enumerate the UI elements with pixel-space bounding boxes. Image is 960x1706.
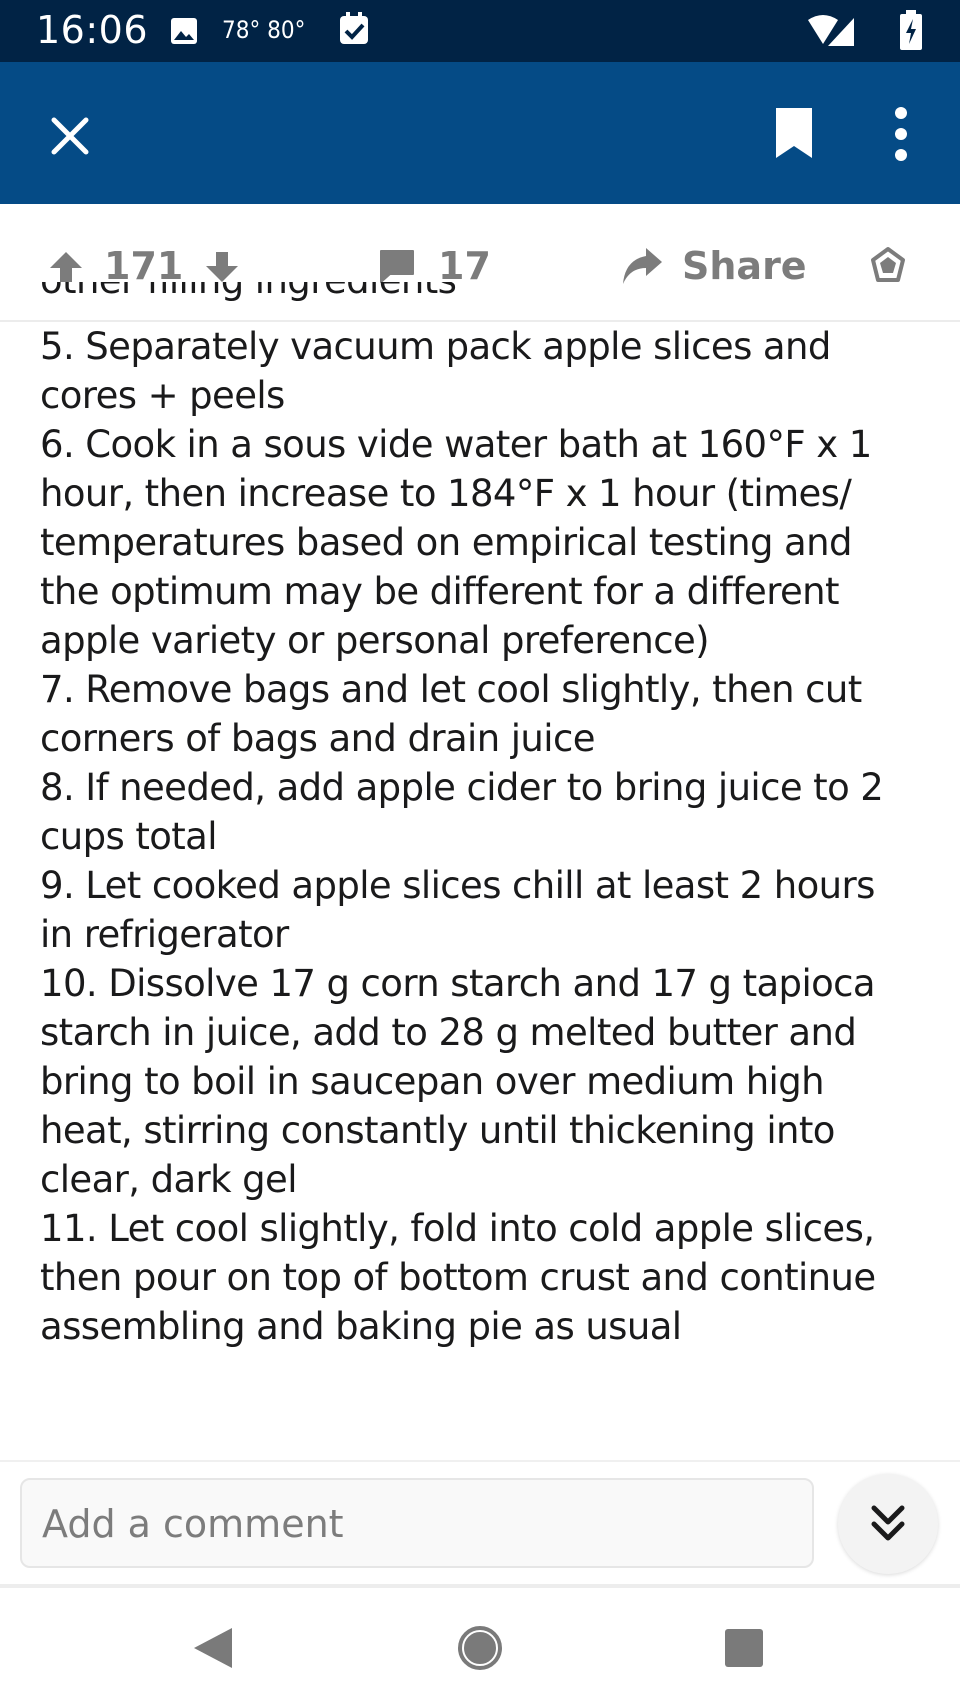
- upvote-icon[interactable]: [48, 250, 84, 284]
- post-text-line: heat, stirring constantly until thickeni…: [40, 1109, 835, 1152]
- home-icon[interactable]: [456, 1624, 504, 1672]
- wifi-icon: [808, 15, 854, 46]
- post-text-line: the optimum may be different for a diffe…: [40, 570, 840, 613]
- double-chevron-down-icon: [871, 1505, 905, 1541]
- comment-icon[interactable]: [378, 248, 416, 284]
- recents-icon[interactable]: [724, 1628, 764, 1668]
- share-icon[interactable]: [620, 246, 664, 286]
- status-time: 16:06: [36, 8, 149, 52]
- battery-charging-icon: [900, 10, 922, 50]
- close-icon[interactable]: [46, 112, 94, 160]
- post-text-line: temperatures based on empirical testing …: [40, 521, 852, 564]
- post-text-line: 11. Let cool slightly, fold into cold ap…: [40, 1207, 875, 1250]
- app-bar: [0, 62, 960, 204]
- post-text: 5. Separately vacuum pack apple slices a…: [40, 322, 940, 1351]
- post-text-line: clear, dark gel: [40, 1158, 297, 1201]
- post-text-line: 10. Dissolve 17 g corn starch and 17 g t…: [40, 962, 876, 1005]
- post-text-line: in refrigerator: [40, 913, 289, 956]
- post-body: other filling ingredients 5. Separately …: [40, 282, 940, 1351]
- post-text-line: 7. Remove bags and let cool slightly, th…: [40, 668, 862, 711]
- image-icon: [171, 18, 197, 44]
- post-text-line: corners of bags and drain juice: [40, 717, 595, 760]
- status-temperature: 78° 80°: [222, 16, 306, 44]
- post-text-line: cores + peels: [40, 374, 285, 417]
- add-comment-input[interactable]: Add a comment: [20, 1478, 814, 1568]
- post-text-line: apple variety or personal preference): [40, 619, 710, 662]
- clipped-text-line: other filling ingredients: [40, 282, 940, 302]
- post-text-line: hour, then increase to 184°F x 1 hour (t…: [40, 472, 852, 515]
- post-text-line: 8. If needed, add apple cider to bring j…: [40, 766, 884, 809]
- post-text-line: starch in juice, add to 28 g melted butt…: [40, 1011, 857, 1054]
- post-text-line: assembling and baking pie as usual: [40, 1305, 682, 1348]
- more-vert-icon[interactable]: [888, 106, 914, 162]
- post-text-line: 6. Cook in a sous vide water bath at 160…: [40, 423, 872, 466]
- back-icon[interactable]: [192, 1626, 234, 1670]
- jump-to-next-button[interactable]: [838, 1474, 938, 1574]
- downvote-icon[interactable]: [204, 250, 240, 284]
- post-text-line: 5. Separately vacuum pack apple slices a…: [40, 325, 831, 368]
- post-text-line: bring to boil in saucepan over medium hi…: [40, 1060, 825, 1103]
- bookmark-icon[interactable]: [772, 106, 816, 160]
- divider: [0, 1460, 960, 1462]
- award-icon[interactable]: [868, 246, 908, 286]
- post-text-line: then pour on top of bottom crust and con…: [40, 1256, 876, 1299]
- check-icon: [340, 12, 368, 44]
- post-text-line: cups total: [40, 815, 218, 858]
- post-text-line: 9. Let cooked apple slices chill at leas…: [40, 864, 875, 907]
- status-bar: 16:06 78° 80°: [0, 0, 960, 62]
